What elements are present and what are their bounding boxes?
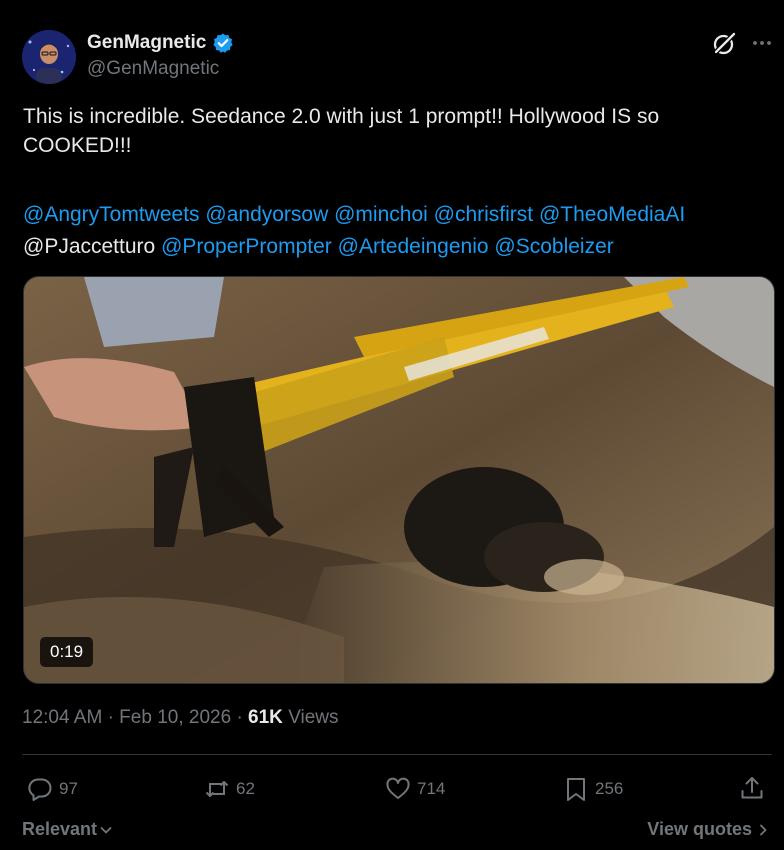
like-count: 714 [417,779,446,798]
mention-link[interactable]: @TheoMediaAI [539,203,685,226]
bookmark-button[interactable]: 256 [563,774,623,804]
tweet-detail: GenMagnetic @GenMagnetic This is incredi… [0,0,784,850]
views-label: Views [288,707,339,728]
tweet-time[interactable]: 12:04 AM [22,707,102,728]
tweet-text-line: This is incredible. Seedance 2.0 with ju… [23,105,660,128]
views-count: 61K [248,707,283,728]
reply-button[interactable]: 97 [27,774,78,804]
avatar[interactable] [22,30,76,84]
mention-link[interactable]: @PJaccetturo [23,235,155,258]
tweet-meta: 12:04 AM · Feb 10, 2026 · 61K Views [22,707,339,729]
author-handle[interactable]: @GenMagnetic [87,58,219,80]
reply-count: 97 [59,779,78,798]
divider [22,754,772,755]
view-quotes-link[interactable]: View quotes [647,819,770,840]
video-duration-badge: 0:19 [40,637,94,667]
sort-replies-dropdown[interactable]: Relevant [22,819,113,840]
tweet-text: This is incredible. Seedance 2.0 with ju… [23,102,763,160]
author-name-row: GenMagnetic [87,31,234,55]
video-player[interactable] [23,276,775,684]
repost-button[interactable]: 62 [204,774,255,804]
mention-link[interactable]: @minchoi [334,203,428,226]
like-button[interactable]: 714 [385,774,445,804]
repost-icon [205,781,229,797]
author-display-name[interactable]: GenMagnetic [87,32,206,54]
video-frame [24,277,774,683]
mention-link[interactable]: @Scobleizer [494,235,613,258]
bookmark-icon [567,778,585,801]
sort-label: Relevant [22,819,98,839]
bookmark-count: 256 [595,779,624,798]
chevron-right-icon [760,824,767,835]
mention-link[interactable]: @Artedeingenio [338,235,489,258]
meta-separator: · [107,707,114,728]
tweet-text-line: COOKED!!! [23,134,132,157]
share-icon[interactable] [739,775,765,801]
reply-icon [28,778,52,801]
mentions-row: @PJaccetturo @ProperPrompter @Artedeinge… [23,231,773,263]
tweet-mentions: @AngryTomtweets @andyorsow @minchoi @chr… [23,199,773,263]
view-quotes-label: View quotes [647,819,752,839]
meta-separator: · [236,707,243,728]
mention-link[interactable]: @andyorsow [205,203,328,226]
grok-icon[interactable] [711,31,737,57]
tweet-date[interactable]: Feb 10, 2026 [119,707,231,728]
repost-count: 62 [236,779,255,798]
like-icon [386,777,410,799]
more-options-icon[interactable] [751,32,773,54]
mention-link[interactable]: @AngryTomtweets [23,203,200,226]
mention-link[interactable]: @ProperPrompter [161,235,332,258]
verified-badge-icon[interactable] [212,32,234,54]
mention-link[interactable]: @chrisfirst [434,203,533,226]
mentions-row: @AngryTomtweets @andyorsow @minchoi @chr… [23,199,773,231]
chevron-down-icon [100,826,112,833]
